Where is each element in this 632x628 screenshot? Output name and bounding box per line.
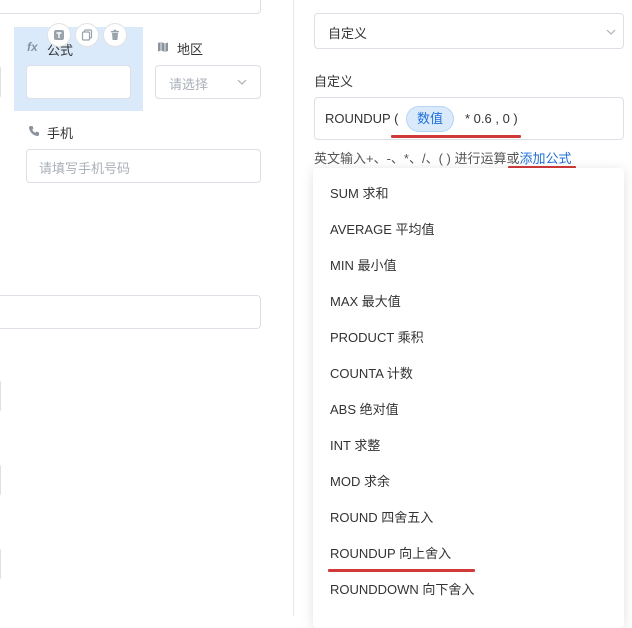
function-item-roundup[interactable]: ROUNDUP 向上舍入 bbox=[330, 543, 451, 562]
function-item-mod[interactable]: MOD 求余 bbox=[330, 471, 390, 490]
left-edge-input-4[interactable] bbox=[0, 547, 1, 581]
chevron-down-icon bbox=[237, 79, 247, 85]
formula-rest-text: * 0.6 , 0 ) bbox=[465, 111, 518, 126]
text-icon bbox=[54, 30, 64, 40]
annotation-underline-roundup bbox=[328, 569, 475, 572]
region-select-placeholder: 请选择 bbox=[169, 77, 209, 92]
calc-mode-value: 自定义 bbox=[328, 26, 368, 41]
copy-field-button[interactable] bbox=[76, 24, 98, 46]
function-item-round[interactable]: ROUND 四舍五入 bbox=[330, 507, 433, 526]
delete-field-button[interactable] bbox=[104, 24, 126, 46]
copy-icon bbox=[81, 29, 93, 41]
phone-input[interactable]: 请填写手机号码 bbox=[26, 149, 261, 183]
panel-divider bbox=[293, 0, 294, 616]
formula-value-input[interactable] bbox=[26, 65, 131, 99]
function-item-counta[interactable]: COUNTA 计数 bbox=[330, 363, 413, 382]
region-select[interactable]: 请选择 bbox=[155, 65, 261, 99]
function-item-average[interactable]: AVERAGE 平均值 bbox=[330, 219, 435, 238]
function-item-max[interactable]: MAX 最大值 bbox=[330, 291, 401, 310]
top-input-field[interactable] bbox=[0, 0, 261, 14]
custom-section-label: 自定义 bbox=[314, 74, 354, 89]
map-icon bbox=[158, 42, 168, 52]
annotation-underline-formula bbox=[391, 135, 521, 138]
function-dropdown-menu: SUM 求和 AVERAGE 平均值 MIN 最小值 MAX 最大值 PRODU… bbox=[313, 168, 624, 628]
function-item-abs[interactable]: ABS 绝对值 bbox=[330, 399, 399, 418]
chevron-down-icon bbox=[606, 29, 616, 35]
wide-input[interactable] bbox=[0, 295, 261, 329]
function-item-rounddown[interactable]: ROUNDDOWN 向下舍入 bbox=[330, 579, 474, 598]
phone-field-label: 手机 bbox=[47, 126, 74, 141]
formula-hint-text: 英文输入+、-、*、/、( ) 进行运算或 bbox=[314, 151, 520, 166]
fx-icon: fx bbox=[27, 40, 38, 54]
phone-icon bbox=[29, 126, 39, 136]
left-edge-input-2[interactable] bbox=[0, 379, 1, 413]
left-edge-input-3[interactable] bbox=[0, 463, 1, 497]
formula-hint: 英文输入+、-、*、/、( ) 进行运算或添加公式 bbox=[314, 148, 572, 167]
left-edge-input[interactable] bbox=[0, 65, 1, 99]
phone-input-placeholder: 请填写手机号码 bbox=[39, 161, 131, 176]
formula-editor[interactable]: ROUNDUP ( 数值 * 0.6 , 0 ) bbox=[314, 97, 624, 140]
function-item-sum[interactable]: SUM 求和 bbox=[330, 183, 389, 202]
formula-variable-chip[interactable]: 数值 bbox=[407, 107, 454, 131]
function-item-int[interactable]: INT 求整 bbox=[330, 435, 380, 454]
function-item-min[interactable]: MIN 最小值 bbox=[330, 255, 396, 274]
function-item-product[interactable]: PRODUCT 乘积 bbox=[330, 327, 424, 346]
region-field-label: 地区 bbox=[177, 42, 204, 57]
formula-function-text: ROUNDUP ( bbox=[325, 111, 399, 126]
add-formula-link[interactable]: 添加公式 bbox=[519, 151, 571, 166]
trash-icon bbox=[111, 29, 119, 40]
calc-mode-select[interactable]: 自定义 bbox=[314, 13, 624, 49]
title-field-button[interactable] bbox=[48, 24, 70, 46]
